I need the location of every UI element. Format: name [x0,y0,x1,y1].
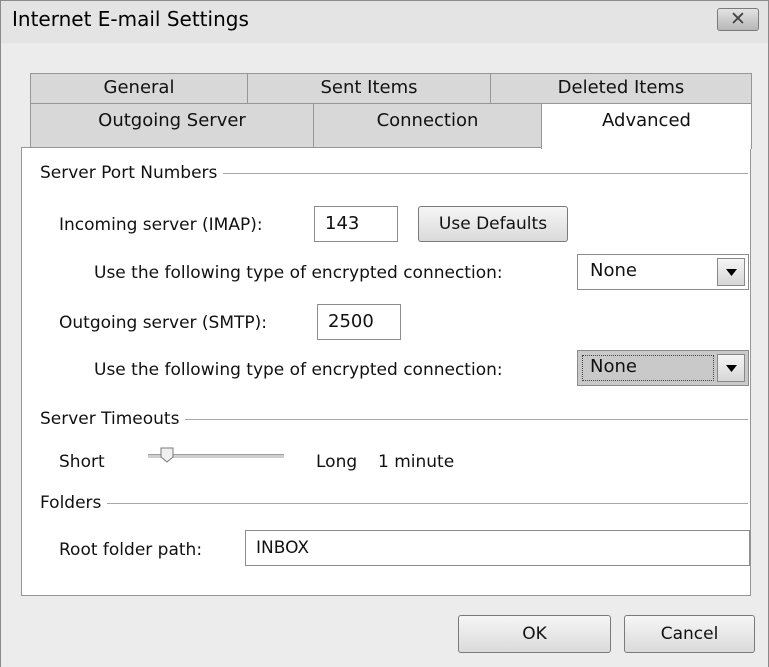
incoming-port-value: 143 [325,213,360,234]
dialog-title: Internet E-mail Settings [12,7,249,31]
encryption-select-value: None [590,260,637,281]
use-defaults-button[interactable]: Use Defaults [418,206,568,242]
tab-connection[interactable]: Connection [313,103,542,147]
encryption-select-outgoing[interactable]: None [577,350,749,386]
tab-outgoing-server[interactable]: Outgoing Server [30,103,314,147]
cancel-label: Cancel [660,624,719,644]
dropdown-button[interactable] [717,354,745,382]
root-folder-label: Root folder path: [59,540,203,560]
encryption-label-incoming: Use the following type of encrypted conn… [94,263,503,283]
tab-label: Advanced [602,110,691,131]
outgoing-port-field[interactable]: 2500 [317,304,401,340]
chevron-down-icon [726,365,737,372]
button-bar: OK Cancel [1,599,768,667]
dropdown-button[interactable] [717,258,745,286]
ok-label: OK [522,624,547,644]
group-divider [41,503,748,504]
title-bar: Internet E-mail Settings ✕ [1,1,768,43]
outgoing-port-value: 2500 [328,311,374,332]
chevron-down-icon [726,269,737,276]
close-button[interactable]: ✕ [717,8,759,31]
close-icon: ✕ [730,8,746,30]
cancel-button[interactable]: Cancel [624,615,755,653]
tab-deleted-items[interactable]: Deleted Items [490,73,752,103]
tab-label: Outgoing Server [98,110,246,131]
tab-label: Sent Items [320,77,418,98]
incoming-port-field[interactable]: 143 [314,206,398,242]
tab-general[interactable]: General [30,73,248,103]
root-folder-input[interactable]: INBOX [245,530,750,566]
folders-heading: Folders [40,493,108,513]
timeout-long-label: Long [316,452,358,472]
use-defaults-label: Use Defaults [438,214,548,234]
tab-sent-items[interactable]: Sent Items [247,73,491,103]
server-port-numbers-heading: Server Port Numbers [40,163,224,183]
root-folder-value: INBOX [256,538,310,558]
tab-advanced[interactable]: Advanced [541,103,752,149]
tab-label: Deleted Items [557,77,685,98]
encryption-select-value: None [590,356,637,377]
tab-label: Connection [376,110,479,131]
outgoing-server-label: Outgoing server (SMTP): [59,313,268,333]
slider-thumb-icon[interactable] [160,447,174,463]
encryption-select-incoming[interactable]: None [577,254,749,290]
timeout-value: 1 minute [378,452,455,472]
incoming-server-label: Incoming server (IMAP): [59,215,263,235]
dialog-window: Internet E-mail Settings ✕ General Sent … [0,0,769,667]
ok-button[interactable]: OK [458,615,611,653]
server-timeouts-heading: Server Timeouts [40,409,186,429]
encryption-label-outgoing: Use the following type of encrypted conn… [94,360,503,380]
timeout-short-label: Short [59,452,105,472]
tab-label: General [103,77,175,98]
